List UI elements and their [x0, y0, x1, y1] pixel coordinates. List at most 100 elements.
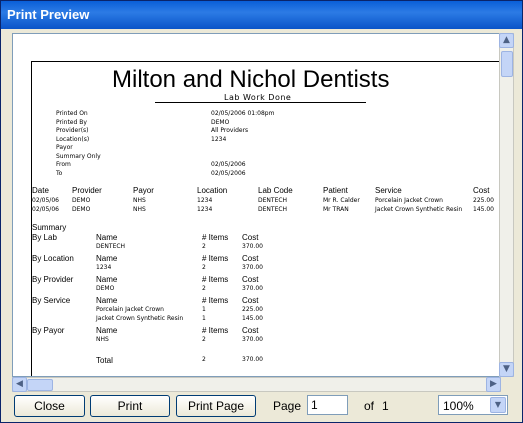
- table-cell: 1234: [197, 206, 213, 213]
- summary-group-label: By Location: [32, 254, 74, 263]
- table-cell: Jacket Crown Synthetic Resin: [375, 206, 463, 213]
- summary-name: DENTECH: [96, 243, 126, 250]
- summary-col-items: # Items: [202, 233, 229, 242]
- summary-cost: 370.00: [242, 336, 263, 343]
- summary-col-cost: Cost: [242, 326, 259, 335]
- summary-col-items: # Items: [202, 326, 229, 335]
- page-label: Page: [273, 399, 302, 413]
- left-arrow-icon[interactable]: ◀: [12, 377, 27, 392]
- summary-group-label: By Provider: [32, 275, 74, 284]
- summary-cost: 145.00: [242, 315, 263, 322]
- window-title: Print Preview: [7, 7, 90, 22]
- table-cell: NHS: [133, 197, 146, 204]
- column-header: Patient: [323, 186, 348, 195]
- table-cell: 225.00: [473, 197, 494, 204]
- summary-col-items: # Items: [202, 296, 229, 305]
- summary-col-cost: Cost: [242, 296, 259, 305]
- zoom-value: 100%: [443, 399, 474, 413]
- horizontal-scrollbar[interactable]: ◀ ▶: [12, 377, 501, 392]
- table-cell: NHS: [133, 206, 146, 213]
- param-label: Payor: [56, 144, 73, 151]
- of-label: of: [364, 399, 375, 413]
- summary-group-label: By Payor: [32, 326, 65, 335]
- column-header: Cost: [473, 186, 490, 195]
- param-label: Provider(s): [56, 127, 89, 134]
- param-label: To: [56, 169, 63, 177]
- right-arrow-icon[interactable]: ▶: [486, 377, 501, 392]
- summary-col-name: Name: [96, 326, 118, 335]
- chevron-down-icon[interactable]: ▼: [490, 397, 506, 413]
- param-label: Location(s): [56, 135, 90, 143]
- up-arrow-icon[interactable]: ▲: [499, 33, 514, 48]
- param-label: Printed On: [56, 110, 88, 117]
- vertical-scrollbar[interactable]: ▲ ▼: [499, 33, 514, 377]
- column-header: Location: [197, 186, 228, 195]
- print-page-button[interactable]: Print Page: [176, 395, 256, 417]
- close-button[interactable]: Close: [14, 395, 85, 417]
- column-header: Date: [32, 186, 49, 195]
- param-value: 1234: [211, 135, 227, 143]
- print-preview-window: Print Preview Milton and Nichol Dentists…: [0, 0, 523, 423]
- summary-col-name: Name: [96, 275, 118, 284]
- title-bar: Print Preview: [1, 1, 522, 29]
- table-cell: Mr R. Calder: [323, 197, 360, 204]
- vertical-scroll-thumb[interactable]: [501, 51, 513, 77]
- summary-name: NHS: [96, 336, 109, 343]
- horizontal-scroll-thumb[interactable]: [27, 379, 53, 391]
- summary-total-cost: 370.00: [242, 356, 263, 363]
- summary-items: 1: [202, 306, 206, 313]
- summary-col-name: Name: [96, 296, 118, 305]
- table-cell: 02/05/06: [32, 197, 59, 204]
- report-page: Milton and Nichol Dentists Lab Work Done…: [31, 61, 500, 376]
- page-number-input[interactable]: [307, 395, 348, 415]
- summary-cost: 370.00: [242, 243, 263, 250]
- table-cell: Mr TRAN: [323, 206, 349, 213]
- column-header: Service: [375, 186, 402, 195]
- table-cell: DENTECH: [258, 206, 288, 213]
- total-pages: 1: [382, 399, 389, 413]
- summary-items: 2: [202, 243, 206, 250]
- summary-items: 2: [202, 264, 206, 271]
- summary-total-items: 2: [202, 356, 206, 363]
- table-cell: Porcelain Jacket Crown: [375, 197, 443, 204]
- report-company-name: Milton and Nichol Dentists: [112, 66, 390, 93]
- param-value: DEMO: [211, 118, 230, 126]
- summary-col-name: Name: [96, 233, 118, 242]
- summary-col-items: # Items: [202, 275, 229, 284]
- zoom-select[interactable]: 100% ▼: [438, 395, 508, 415]
- preview-viewport[interactable]: Milton and Nichol Dentists Lab Work Done…: [12, 33, 501, 377]
- print-button[interactable]: Print: [90, 395, 170, 417]
- summary-title: Summary: [32, 223, 67, 232]
- summary-col-cost: Cost: [242, 254, 259, 263]
- summary-cost: 370.00: [242, 285, 263, 292]
- param-value: 02/05/2006 01:08pm: [211, 110, 275, 117]
- table-cell: DEMO: [72, 206, 91, 213]
- summary-group-label: By Lab: [32, 233, 57, 242]
- table-cell: DEMO: [72, 197, 91, 204]
- down-arrow-icon[interactable]: ▼: [499, 362, 514, 377]
- table-cell: 1234: [197, 197, 213, 204]
- summary-name: DEMO: [96, 285, 115, 292]
- table-cell: 145.00: [473, 206, 494, 213]
- column-header: Lab Code: [258, 186, 293, 195]
- summary-name: Jacket Crown Synthetic Resin: [96, 315, 184, 322]
- table-cell: DENTECH: [258, 197, 288, 204]
- param-label: From: [56, 161, 71, 168]
- column-header: Provider: [72, 186, 102, 195]
- param-label: Summary Only: [56, 152, 101, 160]
- param-value: 02/05/2006: [211, 169, 246, 177]
- summary-name: 1234: [96, 264, 112, 271]
- summary-cost: 370.00: [242, 264, 263, 271]
- summary-items: 2: [202, 285, 206, 292]
- report-subtitle: Lab Work Done: [224, 93, 292, 102]
- param-value: 02/05/2006: [211, 161, 246, 168]
- summary-total-label: Total: [96, 356, 113, 365]
- param-value: All Providers: [211, 127, 249, 134]
- summary-name: Porcelain Jacket Crown: [96, 306, 164, 313]
- summary-col-cost: Cost: [242, 233, 259, 242]
- summary-col-cost: Cost: [242, 275, 259, 284]
- title-rule: [155, 102, 366, 103]
- summary-cost: 225.00: [242, 306, 263, 313]
- table-cell: 02/05/06: [32, 206, 59, 213]
- column-header: Payor: [133, 186, 154, 195]
